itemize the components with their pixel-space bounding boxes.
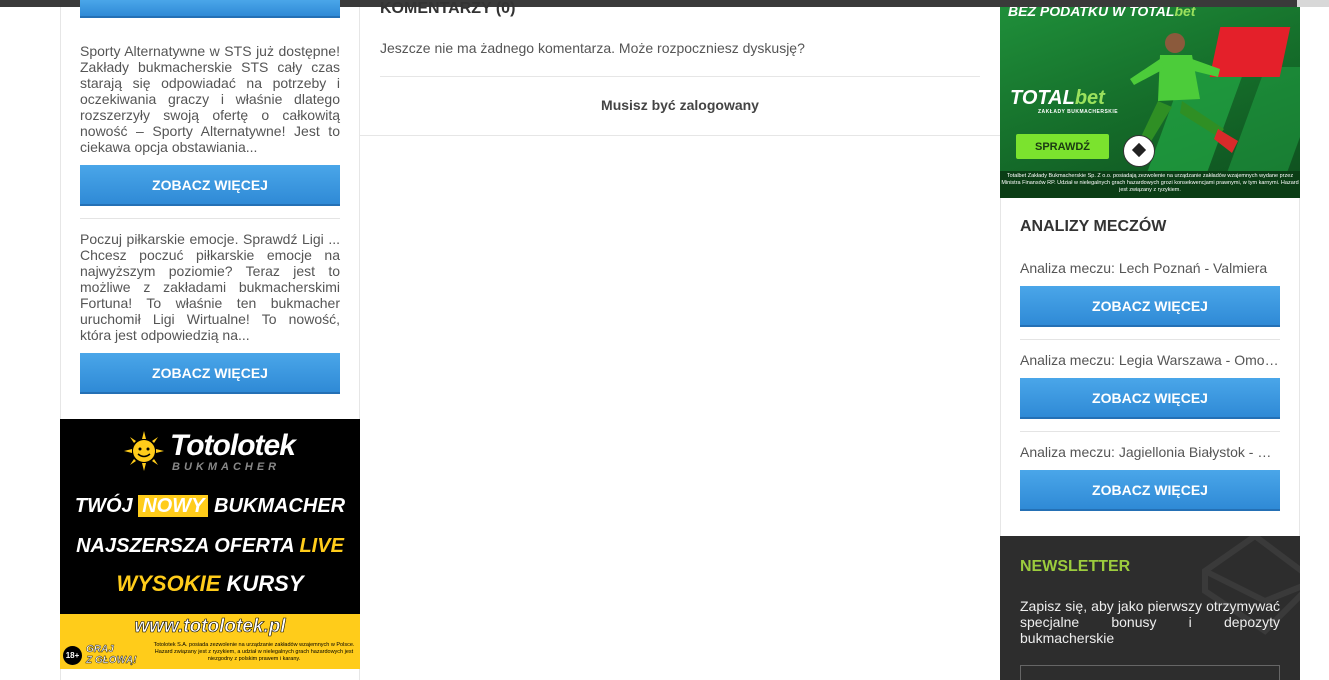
- newsletter-email-input[interactable]: [1020, 665, 1280, 680]
- zobacz-wiecej-button[interactable]: ZOBACZ WIĘCEJ: [80, 165, 340, 206]
- ad-footer: www.totolotek.pl 18+ GRAJ Z GŁOWĄ! Totol…: [60, 614, 360, 669]
- ad-text: TWÓJ: [74, 495, 133, 517]
- zobacz-wiecej-button[interactable]: ZOBACZ WIĘCEJ: [1020, 470, 1280, 511]
- totolotek-ad-banner[interactable]: Totolotek BUKMACHER TWÓJ NOWY BUKMACHER …: [60, 419, 360, 669]
- brand-text: TOTAL: [1010, 87, 1075, 109]
- brand-text-green: bet: [1074, 87, 1105, 109]
- zobacz-wiecej-button[interactable]: ZOBACZ WIĘCEJ: [80, 353, 340, 394]
- ad-text: NAJSZERSZA OFERTA: [76, 535, 294, 557]
- match-analysis-link[interactable]: Analiza meczu: Jagiellonia Białystok - W…: [1020, 444, 1280, 460]
- ad-line-2: NAJSZERSZA OFERTA LIVE: [60, 535, 360, 558]
- match-analysis-link[interactable]: Analiza meczu: Legia Warszawa - Omonia N…: [1020, 352, 1280, 368]
- comments-section: KOMENTARZY (0) Jeszcze nie ma żadnego ko…: [360, 0, 1000, 136]
- article-excerpt: Sporty Alternatywne w STS już dostępne! …: [80, 43, 340, 155]
- divider: [1020, 339, 1280, 340]
- article-top-button[interactable]: [80, 0, 340, 18]
- newsletter-title: NEWSLETTER: [1020, 558, 1131, 575]
- ad-text: BUKMACHER: [214, 495, 346, 517]
- ad-highlight: NOWY: [138, 495, 209, 517]
- match-analysis-link[interactable]: Analiza meczu: Lech Poznań - Valmiera: [1020, 260, 1280, 276]
- analizy-title: ANALIZY MECZÓW: [1020, 218, 1167, 235]
- divider: [80, 218, 340, 219]
- sprawdz-button[interactable]: SPRAWDŹ: [1016, 134, 1109, 159]
- newsletter-description: Zapisz się, aby jako pierwszy otrzymywać…: [1020, 598, 1280, 646]
- header-text-green: bet: [1174, 7, 1196, 19]
- ad-legal-text: Totolotek S.A. posiada zezwolenie na urz…: [153, 642, 355, 662]
- ad-text-yellow: LIVE: [299, 535, 344, 557]
- article-excerpt: Poczuj piłkarskie emocje. Sprawdź Ligi .…: [80, 231, 340, 343]
- no-comments-text: Jeszcze nie ma żadnego komentarza. Może …: [380, 40, 805, 56]
- totolotek-sun-logo-icon: [124, 431, 164, 471]
- newsletter-section: NEWSLETTER Zapisz się, aby jako pierwszy…: [1000, 536, 1300, 680]
- zobacz-wiecej-button[interactable]: ZOBACZ WIĘCEJ: [1020, 286, 1280, 327]
- totalbet-brand-sub: ZAKŁADY BUKMACHERSKIE: [1038, 109, 1119, 115]
- login-required-text: Musisz być zalogowany: [601, 97, 759, 113]
- football-icon: [1123, 135, 1155, 167]
- ad-text-yellow: WYSOKIE: [116, 571, 221, 596]
- graj-z-glowa-text: GRAJ Z GŁOWĄ!: [86, 644, 137, 666]
- header-text: BEZ PODATKU W TOTAL: [1008, 7, 1175, 19]
- graj-line-2: Z GŁOWĄ!: [86, 655, 137, 666]
- ad-line-3: WYSOKIE KURSY: [60, 571, 360, 597]
- totalbet-ad-banner[interactable]: BEZ PODATKU W TOTALbet TOTALbet ZAKŁADY …: [1000, 7, 1300, 198]
- ad-url[interactable]: www.totolotek.pl: [60, 616, 360, 638]
- totolotek-brand: Totolotek: [170, 429, 296, 462]
- scrollbar-cap: [1297, 0, 1329, 7]
- age-badge: 18+: [63, 646, 82, 665]
- totalbet-brand: TOTALbet: [1010, 87, 1105, 110]
- ad-legal-text: Totalbet Zakłady Bukmacherskie Sp. Z o.o…: [1000, 171, 1300, 198]
- ad-line-1: TWÓJ NOWY BUKMACHER: [60, 495, 360, 518]
- zobacz-wiecej-button[interactable]: ZOBACZ WIĘCEJ: [1020, 378, 1280, 419]
- totalbet-header: BEZ PODATKU W TOTALbet: [1008, 7, 1195, 19]
- divider: [1020, 431, 1280, 432]
- divider: [380, 76, 980, 77]
- comments-title: KOMENTARZY (0): [380, 0, 516, 17]
- totolotek-brand-sub: BUKMACHER: [172, 461, 281, 473]
- graj-line-1: GRAJ: [86, 644, 114, 655]
- ad-text: KURSY: [226, 571, 304, 596]
